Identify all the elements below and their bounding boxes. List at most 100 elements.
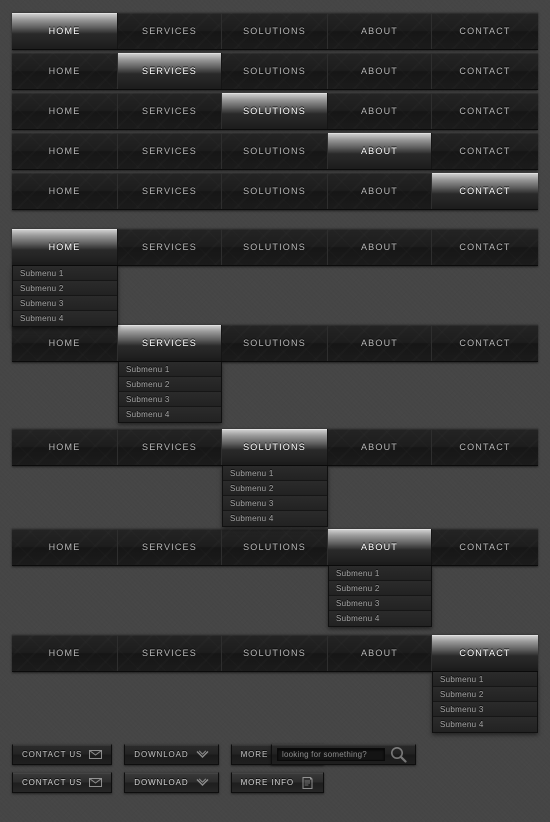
- nav-item-solutions[interactable]: SOLUTIONS: [222, 133, 328, 169]
- nav-item-contact[interactable]: CONTACT: [432, 93, 538, 129]
- nav-item-solutions[interactable]: SOLUTIONS: [222, 13, 328, 49]
- submenu-item[interactable]: Submenu 3: [223, 496, 327, 511]
- search-input[interactable]: looking for something?: [277, 748, 385, 761]
- nav-item-about[interactable]: ABOUT: [328, 229, 432, 265]
- submenu-item[interactable]: Submenu 2: [329, 581, 431, 596]
- submenu-item[interactable]: Submenu 1: [13, 266, 117, 281]
- nav-item-about[interactable]: ABOUT: [328, 53, 432, 89]
- nav-item-services[interactable]: SERVICES: [118, 53, 222, 89]
- nav-item-services[interactable]: SERVICES: [118, 93, 222, 129]
- nav-item-about[interactable]: ABOUT: [328, 325, 432, 361]
- submenu-item[interactable]: Submenu 4: [13, 311, 117, 326]
- nav-item-label: SOLUTIONS: [243, 242, 306, 252]
- nav-item-contact[interactable]: CONTACT: [432, 53, 538, 89]
- nav-item-home[interactable]: HOME: [12, 13, 118, 49]
- nav-item-about[interactable]: ABOUT: [328, 93, 432, 129]
- nav-item-label: ABOUT: [360, 66, 398, 76]
- nav-item-contact[interactable]: CONTACT: [432, 529, 538, 565]
- nav-item-label: SOLUTIONS: [243, 442, 306, 452]
- magnifier-icon[interactable]: [385, 745, 411, 764]
- nav-item-services[interactable]: SERVICES: [118, 429, 222, 465]
- submenu-item-label: Submenu 2: [126, 379, 170, 389]
- nav-item-home[interactable]: HOME: [12, 133, 118, 169]
- nav-item-about[interactable]: ABOUT: [328, 173, 432, 209]
- submenu-item[interactable]: Submenu 4: [433, 717, 537, 732]
- submenu-item[interactable]: Submenu 4: [119, 407, 221, 422]
- navbar: HOME SERVICES SOLUTIONS ABOUT CONTACT: [12, 324, 538, 362]
- submenu-item[interactable]: Submenu 3: [119, 392, 221, 407]
- download-button[interactable]: DOWNLOAD: [124, 744, 219, 765]
- download-button[interactable]: DOWNLOAD: [124, 772, 219, 793]
- button-label: CONTACT US: [22, 778, 83, 787]
- nav-item-contact[interactable]: CONTACT: [432, 429, 538, 465]
- submenu-item-label: Submenu 2: [336, 583, 380, 593]
- nav-item-contact[interactable]: CONTACT: [432, 325, 538, 361]
- nav-item-contact[interactable]: CONTACT: [432, 229, 538, 265]
- submenu-item-label: Submenu 3: [126, 394, 170, 404]
- nav-item-label: SERVICES: [142, 242, 197, 252]
- submenu-item[interactable]: Submenu 1: [329, 566, 431, 581]
- nav-item-contact[interactable]: CONTACT: [432, 133, 538, 169]
- submenu-item-label: Submenu 1: [230, 468, 274, 478]
- nav-item-solutions[interactable]: SOLUTIONS: [222, 635, 328, 671]
- submenu-item[interactable]: Submenu 1: [223, 466, 327, 481]
- submenu-item[interactable]: Submenu 4: [329, 611, 431, 626]
- submenu-item[interactable]: Submenu 2: [13, 281, 117, 296]
- submenu-item[interactable]: Submenu 2: [223, 481, 327, 496]
- submenu-item[interactable]: Submenu 2: [433, 687, 537, 702]
- submenu-item[interactable]: Submenu 1: [119, 362, 221, 377]
- nav-item-services[interactable]: SERVICES: [118, 173, 222, 209]
- nav-item-label: SERVICES: [142, 648, 197, 658]
- nav-item-services[interactable]: SERVICES: [118, 325, 222, 361]
- submenu-item-label: Submenu 2: [20, 283, 64, 293]
- nav-item-label: ABOUT: [360, 442, 398, 452]
- submenu-item[interactable]: Submenu 2: [119, 377, 221, 392]
- nav-item-contact[interactable]: CONTACT: [432, 13, 538, 49]
- nav-item-about[interactable]: ABOUT: [328, 529, 432, 565]
- navbar: HOME SERVICES SOLUTIONS ABOUT CONTACT: [12, 428, 538, 466]
- nav-item-home[interactable]: HOME: [12, 529, 118, 565]
- nav-item-about[interactable]: ABOUT: [328, 133, 432, 169]
- nav-item-label: SERVICES: [142, 26, 197, 36]
- submenu-item[interactable]: Submenu 3: [433, 702, 537, 717]
- submenu-item-label: Submenu 3: [230, 498, 274, 508]
- nav-item-about[interactable]: ABOUT: [328, 635, 432, 671]
- nav-item-home[interactable]: HOME: [12, 53, 118, 89]
- nav-item-contact[interactable]: CONTACT: [432, 635, 538, 671]
- nav-item-about[interactable]: ABOUT: [328, 429, 432, 465]
- submenu-about: Submenu 1 Submenu 2 Submenu 3 Submenu 4: [328, 566, 432, 627]
- submenu-item[interactable]: Submenu 3: [329, 596, 431, 611]
- nav-item-home[interactable]: HOME: [12, 635, 118, 671]
- more-info-button[interactable]: MORE INFO: [230, 772, 325, 793]
- nav-item-contact[interactable]: CONTACT: [432, 173, 538, 209]
- nav-item-solutions[interactable]: SOLUTIONS: [222, 173, 328, 209]
- nav-item-solutions[interactable]: SOLUTIONS: [222, 93, 328, 129]
- nav-item-solutions[interactable]: SOLUTIONS: [222, 429, 328, 465]
- nav-item-solutions[interactable]: SOLUTIONS: [222, 53, 328, 89]
- nav-item-label: HOME: [48, 66, 81, 76]
- nav-item-solutions[interactable]: SOLUTIONS: [222, 529, 328, 565]
- nav-item-home[interactable]: HOME: [12, 429, 118, 465]
- nav-item-home[interactable]: HOME: [12, 229, 118, 265]
- nav-item-home[interactable]: HOME: [12, 325, 118, 361]
- nav-item-services[interactable]: SERVICES: [118, 635, 222, 671]
- submenu-item[interactable]: Submenu 4: [223, 511, 327, 526]
- nav-item-services[interactable]: SERVICES: [118, 229, 222, 265]
- search-box: looking for something?: [271, 744, 416, 765]
- contact-us-button[interactable]: CONTACT US: [12, 744, 113, 765]
- nav-item-label: SOLUTIONS: [243, 146, 306, 156]
- nav-item-services[interactable]: SERVICES: [118, 13, 222, 49]
- nav-item-about[interactable]: ABOUT: [328, 13, 432, 49]
- nav-item-home[interactable]: HOME: [12, 173, 118, 209]
- nav-item-solutions[interactable]: SOLUTIONS: [222, 229, 328, 265]
- submenu-home: Submenu 1 Submenu 2 Submenu 3 Submenu 4: [12, 266, 118, 327]
- submenu-item[interactable]: Submenu 1: [433, 672, 537, 687]
- submenu-item[interactable]: Submenu 3: [13, 296, 117, 311]
- contact-us-button[interactable]: CONTACT US: [12, 772, 113, 793]
- nav-item-solutions[interactable]: SOLUTIONS: [222, 325, 328, 361]
- nav-item-home[interactable]: HOME: [12, 93, 118, 129]
- nav-item-services[interactable]: SERVICES: [118, 529, 222, 565]
- submenu-item-label: Submenu 3: [20, 298, 64, 308]
- nav-item-services[interactable]: SERVICES: [118, 133, 222, 169]
- submenu-item-label: Submenu 4: [126, 410, 170, 419]
